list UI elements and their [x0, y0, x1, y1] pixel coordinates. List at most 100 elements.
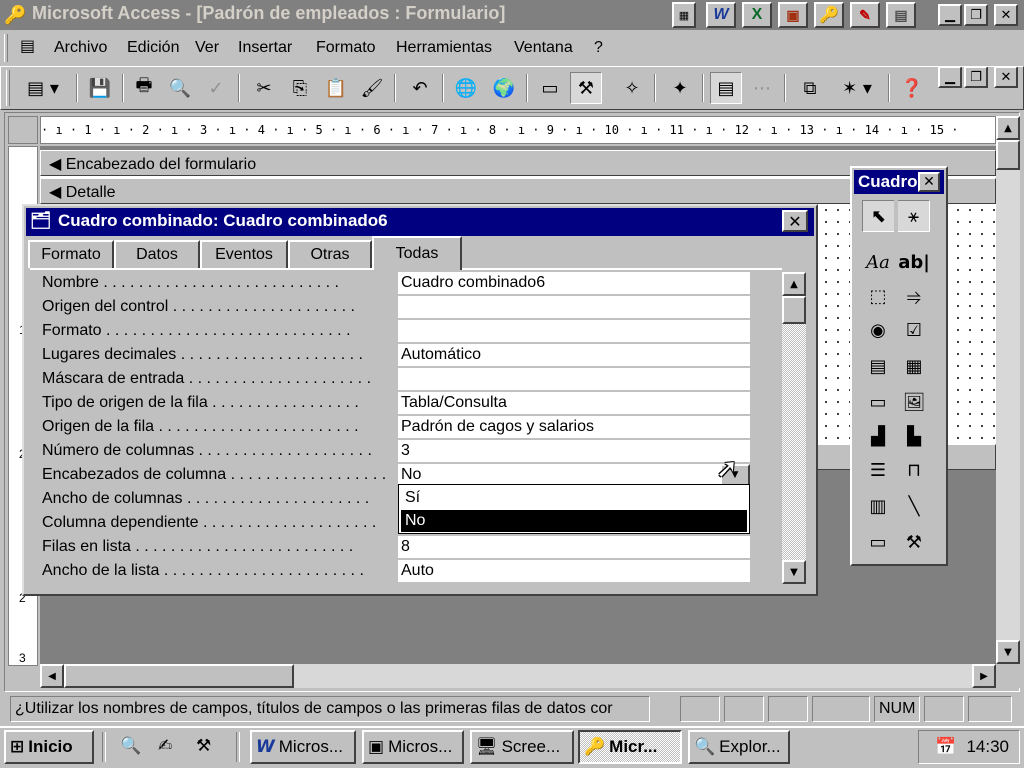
- scroll-left-arrow-icon[interactable]: ◀: [40, 664, 64, 688]
- dropdown-option-si[interactable]: Sí: [401, 487, 747, 509]
- image-tool-icon[interactable]: 🖼: [898, 386, 930, 418]
- prop-value-lugares-decimales[interactable]: Automático: [398, 344, 750, 366]
- menu-archivo[interactable]: Archivo: [54, 39, 107, 57]
- prop-value-formato[interactable]: [398, 320, 750, 342]
- tab-otras[interactable]: Otras: [288, 240, 372, 268]
- save-icon[interactable]: 💾: [84, 72, 116, 104]
- toggle-button-icon[interactable]: ⥤: [898, 280, 930, 312]
- notepad-quicklaunch-icon[interactable]: ✍: [158, 736, 172, 756]
- unbound-object-frame-icon[interactable]: ▟: [862, 420, 894, 452]
- print-icon[interactable]: 🖶: [128, 72, 160, 104]
- explorer-quicklaunch-icon[interactable]: 🔍: [120, 736, 141, 756]
- design-horizontal-scrollbar[interactable]: ◀ ▶: [40, 664, 996, 688]
- form-icon[interactable]: ▤: [20, 36, 35, 55]
- page-break-icon[interactable]: ☰: [862, 454, 894, 486]
- select-objects-icon[interactable]: ⬉: [862, 200, 894, 232]
- tab-datos[interactable]: Datos: [114, 240, 200, 268]
- clock[interactable]: 14:30: [966, 737, 1009, 757]
- dropdown-option-no[interactable]: No: [401, 510, 747, 532]
- property-sheet-close-button[interactable]: ✕: [782, 210, 808, 232]
- new-object-icon[interactable]: ✶ ▾: [830, 72, 884, 104]
- prop-value-encabezados-columna[interactable]: No: [398, 464, 750, 486]
- toolbox-close-button[interactable]: ✕: [918, 172, 940, 192]
- menu-edicion[interactable]: Edición: [127, 39, 179, 57]
- menu-help[interactable]: ?: [594, 39, 603, 57]
- list-box-icon[interactable]: ▦: [898, 350, 930, 382]
- prop-value-origen-control[interactable]: [398, 296, 750, 318]
- horizontal-ruler[interactable]: · ı · 1 · ı · 2 · ı · 3 · ı · 4 · ı · 5 …: [40, 116, 996, 144]
- office-logo-icon[interactable]: ▦: [672, 2, 696, 28]
- database-window-icon[interactable]: ⧉: [794, 72, 826, 104]
- cut-icon[interactable]: ✂: [248, 72, 280, 104]
- task-screen[interactable]: 🖥 Scree...: [470, 730, 574, 764]
- line-tool-icon[interactable]: ╲: [898, 490, 930, 522]
- task-word[interactable]: W Micros...: [250, 730, 356, 764]
- subform-icon[interactable]: ▥: [862, 490, 894, 522]
- scroll-down-arrow-icon[interactable]: ▼: [782, 560, 806, 584]
- paste-icon[interactable]: 📋: [320, 72, 352, 104]
- field-list-icon[interactable]: ▭: [534, 72, 566, 104]
- build-icon[interactable]: ⋯: [746, 72, 778, 104]
- scroll-thumb[interactable]: [782, 296, 806, 324]
- design-vertical-scrollbar[interactable]: ▲ ▼: [996, 116, 1020, 664]
- print-preview-icon[interactable]: 🔍: [164, 72, 196, 104]
- task-powerpoint[interactable]: ▣ Micros...: [362, 730, 464, 764]
- undo-icon[interactable]: ↶: [404, 72, 436, 104]
- start-button[interactable]: ⊞ Inicio: [4, 730, 94, 764]
- tab-todas[interactable]: Todas: [372, 236, 462, 270]
- office-assistant-icon[interactable]: ❓: [896, 72, 928, 104]
- view-icon[interactable]: ▤ ▾: [18, 72, 68, 104]
- autoformat-icon[interactable]: ✧: [616, 72, 648, 104]
- word-icon[interactable]: W: [706, 2, 736, 28]
- text-box-tool-icon[interactable]: ab|: [898, 246, 930, 278]
- menu-ver[interactable]: Ver: [195, 39, 219, 57]
- properties-icon[interactable]: ▤: [710, 72, 742, 104]
- copy-icon[interactable]: ⎘: [284, 72, 316, 104]
- prop-value-mascara-entrada[interactable]: [398, 368, 750, 390]
- label-tool-icon[interactable]: Aa: [862, 246, 894, 278]
- check-box-icon[interactable]: ☑: [898, 314, 930, 346]
- menu-insertar[interactable]: Insertar: [238, 39, 292, 57]
- prop-value-nombre[interactable]: Cuadro combinado6: [398, 272, 750, 294]
- option-group-icon[interactable]: ⬚: [862, 280, 894, 312]
- code-icon[interactable]: ✦: [664, 72, 696, 104]
- scroll-right-arrow-icon[interactable]: ▶: [972, 664, 996, 688]
- powerpoint-icon[interactable]: ▣: [778, 2, 808, 28]
- prop-value-ancho-lista[interactable]: Auto: [398, 560, 750, 582]
- web-toolbar-icon[interactable]: 🌍: [488, 72, 520, 104]
- prop-value-tipo-origen-fila[interactable]: Tabla/Consulta: [398, 392, 750, 414]
- rectangle-tool-icon[interactable]: ▭: [862, 526, 894, 558]
- menu-herramientas[interactable]: Herramientas: [396, 39, 492, 57]
- tab-control-icon[interactable]: ⊓: [898, 454, 930, 486]
- insert-hyperlink-icon[interactable]: 🌐: [450, 72, 482, 104]
- option-button-icon[interactable]: ◉: [862, 314, 894, 346]
- menu-formato[interactable]: Formato: [316, 39, 376, 57]
- prop-value-numero-columnas[interactable]: 3: [398, 440, 750, 462]
- bookshelf-icon[interactable]: ▤: [886, 2, 916, 28]
- access-icon[interactable]: 🔑: [814, 2, 844, 28]
- prop-value-filas-lista[interactable]: 8: [398, 536, 750, 558]
- property-sheet-title-bar[interactable]: 🗂 Cuadro combinado: Cuadro combinado6: [26, 208, 814, 236]
- more-controls-icon[interactable]: ⚒: [898, 526, 930, 558]
- scroll-thumb[interactable]: [64, 664, 294, 688]
- tab-formato[interactable]: Formato: [28, 240, 114, 268]
- schedule-icon[interactable]: ✎: [850, 2, 880, 28]
- task-access[interactable]: 🔑 Micr...: [578, 730, 682, 764]
- form-selector[interactable]: [8, 116, 38, 144]
- app-close-button[interactable]: ✕: [994, 4, 1018, 26]
- scroll-thumb[interactable]: [996, 140, 1020, 170]
- property-sheet-scrollbar[interactable]: ▲ ▼: [782, 272, 806, 584]
- tools-quicklaunch-icon[interactable]: ⚒: [196, 736, 211, 756]
- toolbox-icon[interactable]: ⚒: [570, 72, 602, 104]
- app-minimize-button[interactable]: ▁: [938, 4, 962, 26]
- menu-ventana[interactable]: Ventana: [514, 39, 573, 57]
- scroll-up-arrow-icon[interactable]: ▲: [996, 116, 1020, 140]
- app-restore-button[interactable]: ❐: [964, 4, 988, 26]
- prop-value-origen-fila[interactable]: Padrón de cagos y salarios: [398, 416, 750, 438]
- tab-eventos[interactable]: Eventos: [200, 240, 288, 268]
- scroll-up-arrow-icon[interactable]: ▲: [782, 272, 806, 296]
- excel-icon[interactable]: X: [742, 2, 772, 28]
- command-button-icon[interactable]: ▭: [862, 386, 894, 418]
- control-wizards-icon[interactable]: ⚹: [898, 200, 930, 232]
- scroll-down-arrow-icon[interactable]: ▼: [996, 640, 1020, 664]
